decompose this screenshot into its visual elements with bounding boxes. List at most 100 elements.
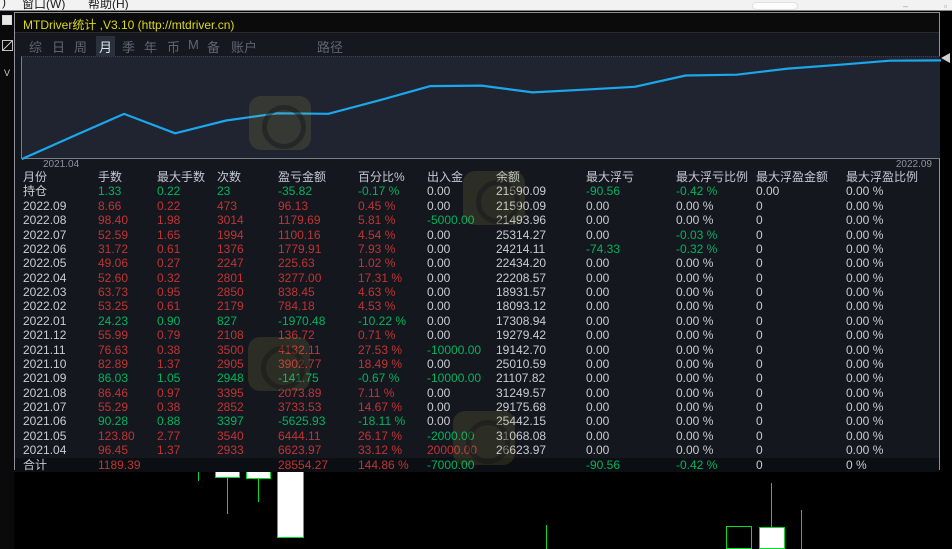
table-row[interactable]: 2021.08 86.46 0.97 3395 2073.89 7.11 % 0.00 312…	[15, 386, 939, 400]
table-cell: 0.00	[427, 328, 451, 343]
candlestick	[546, 525, 547, 549]
table-cell: 0.00 %	[846, 299, 884, 314]
table-cell: 1.37	[157, 356, 181, 371]
table-row[interactable]: 2021.10 82.89 1.37 2905 3902.77 18.49 % 0.00 25…	[15, 357, 939, 371]
table-row[interactable]: 2021.04 96.45 1.37 2933 6623.97 33.12 % 20000.…	[15, 443, 939, 457]
screen: ) 窗口(W) 帮助(H) – ▫ V MTDriver统计 ,V3.10 (h…	[0, 0, 952, 549]
table-row[interactable]: 2022.06 31.72 0.61 1376 1779.91 7.93 % 0.00 242…	[15, 242, 939, 256]
column-header: 余额	[496, 170, 521, 184]
axis-label-end: 2022.09	[895, 159, 932, 170]
table-cell: 2021.04	[23, 443, 67, 458]
table-row[interactable]: 2021.06 90.28 0.88 3397 -5625.93 -18.11 % 0.00…	[15, 414, 939, 428]
toolbar-item-6[interactable]: 年	[141, 36, 160, 57]
table-cell: 21493.96	[496, 213, 547, 228]
table-row[interactable]: 2021.12 55.99 0.79 2108 136.72 0.71 % 0.00 1927…	[15, 328, 939, 342]
table-cell: 0.00 %	[846, 184, 884, 199]
scroll-left-arrow-icon[interactable]	[941, 53, 950, 63]
table-cell: 1.33	[98, 184, 122, 199]
table-cell: 0.00	[427, 400, 451, 414]
table-cell: 4.63 %	[358, 285, 396, 299]
table-cell: 0.00 %	[676, 256, 714, 271]
table-cell: 0.00 %	[846, 241, 884, 256]
table-cell: 0.88	[157, 414, 181, 429]
table-cell: -74.33	[586, 241, 621, 256]
table-cell: 0.00	[427, 270, 451, 285]
table-row[interactable]: 2022.09 8.66 0.22 473 96.13 0.45 % 0.00 21590.0…	[15, 199, 939, 213]
table-row[interactable]: 2022.05 49.06 0.27 2247 225.63 1.02 % 0.00 2243…	[15, 256, 939, 270]
table-cell: 0.00	[586, 443, 610, 458]
table-row[interactable]: 2021.09 86.03 1.05 2948 -141.75 -0.67 % -10000…	[15, 371, 939, 385]
table-cell: 1.98	[157, 213, 181, 228]
table-cell: 17308.94	[496, 313, 547, 328]
table-cell: 0.00	[586, 356, 610, 371]
table-cell: -10.22 %	[358, 313, 407, 328]
toolbar-item-3[interactable]: 周	[71, 36, 90, 57]
table-row[interactable]: 2022.07 52.59 1.65 1994 1100.16 4.54 % 0.00 253…	[15, 228, 939, 242]
table-cell: 0.61	[157, 299, 181, 314]
table-cell: 2850	[217, 285, 244, 299]
table-row[interactable]: 2022.01 24.23 0.90 827 -1970.48 -10.22 % 0.00 1…	[15, 314, 939, 328]
table-row[interactable]: 2022.03 63.73 0.95 2850 838.45 4.63 % 0.00 1893…	[15, 285, 939, 299]
toolbar-item-8[interactable]: M	[185, 36, 202, 53]
table-cell: 0.00	[427, 227, 451, 242]
minimize-icon[interactable]: –	[903, 1, 908, 10]
menu-item-window[interactable]: 窗口(W)	[22, 0, 65, 10]
table-cell: 0.00 %	[676, 342, 714, 357]
toolbar-item-10[interactable]: 账户	[228, 36, 260, 57]
table-cell: 29175.68	[496, 400, 547, 414]
table-row[interactable]: 持仓 1.33 0.22 23 -35.82 -0.17 % 0.00 21590.09 -90…	[15, 184, 939, 198]
table-cell: 0.27	[157, 256, 181, 271]
window-title-bar[interactable]: MTDriver统计 ,V3.10 (http://mtdriver.cn)	[15, 13, 939, 33]
os-menu-bar: ) 窗口(W) 帮助(H) – ▫	[0, 0, 952, 11]
toolbar-item-5[interactable]: 季	[119, 36, 138, 57]
table-row[interactable]: 2022.02 53.25 0.61 2179 784.18 4.53 % 0.00 1809…	[15, 299, 939, 313]
toolbar-item-4[interactable]: 月	[96, 36, 116, 57]
table-row[interactable]: 2021.05 123.80 2.77 3540 6444.11 26.17 % -2000…	[15, 429, 939, 443]
table-cell: -0.42 %	[676, 184, 718, 199]
toolbar-item-9[interactable]: 备	[204, 36, 223, 57]
table-cell: 2.77	[157, 428, 181, 443]
table-row[interactable]: 2022.04 52.60 0.32 2801 3277.00 17.31 % 0.00 22…	[15, 271, 939, 285]
table-cell: 26623.97	[496, 443, 547, 458]
table-total-row[interactable]: 合计 1189.39 28554.27 144.86 % -7000.00 -90.56 -…	[15, 457, 939, 472]
toolbar-item-11[interactable]: 路径	[314, 36, 346, 57]
table-cell: 0.00	[586, 227, 610, 242]
table-row[interactable]: 2022.08 98.40 1.98 3014 1179.69 5.81 % -5000.0…	[15, 213, 939, 227]
window-control-icon[interactable]: ▫	[944, 1, 947, 10]
table-cell: 19142.70	[496, 342, 547, 357]
equity-line	[22, 59, 941, 160]
table-cell: 0.00 %	[676, 328, 714, 343]
menu-item-help[interactable]: 帮助(H)	[88, 0, 129, 10]
table-row[interactable]: 2021.11 76.63 0.38 3500 4132.11 27.53 % -10000…	[15, 343, 939, 357]
table-cell: 0.38	[157, 342, 181, 357]
table-cell: 1994	[217, 227, 244, 242]
table-cell: 1779.91	[278, 241, 322, 256]
table-row[interactable]: 2021.07 55.29 0.38 2852 3733.53 14.67 % 0.00 29…	[15, 400, 939, 414]
table-cell: 0.00 %	[676, 414, 714, 429]
v-tool-icon[interactable]: V	[1, 66, 13, 80]
table-cell: 0	[756, 328, 763, 343]
toolbar-item-2[interactable]: 日	[49, 36, 68, 57]
table-cell: 2022.01	[23, 313, 67, 328]
table-cell: 63.73	[98, 285, 129, 299]
table-cell: 0.00 %	[846, 400, 884, 414]
table-cell: 0	[756, 400, 763, 414]
table-cell: -18.11 %	[358, 414, 406, 429]
table-cell: 0	[756, 299, 763, 314]
document-icon[interactable]	[1, 14, 13, 28]
table-cell: 21590.09	[496, 184, 547, 199]
toolbar-item-1[interactable]: 综	[26, 36, 45, 57]
table-cell: 0.79	[157, 328, 181, 343]
toolbar-item-7[interactable]: 币	[164, 36, 183, 57]
table-cell: 0.00	[586, 428, 610, 443]
image-frame-icon[interactable]	[1, 39, 13, 53]
table-cell: -7000.00	[427, 457, 475, 472]
table-cell: 0.00 %	[846, 414, 884, 429]
table-cell: -141.75	[278, 371, 319, 386]
table-cell: 2801	[217, 270, 244, 285]
table-cell: 0.00 %	[676, 270, 714, 285]
table-cell: 827	[217, 313, 238, 328]
table-cell: 0	[756, 227, 763, 242]
table-cell: 0	[756, 457, 763, 472]
table-cell: 25010.59	[496, 356, 547, 371]
